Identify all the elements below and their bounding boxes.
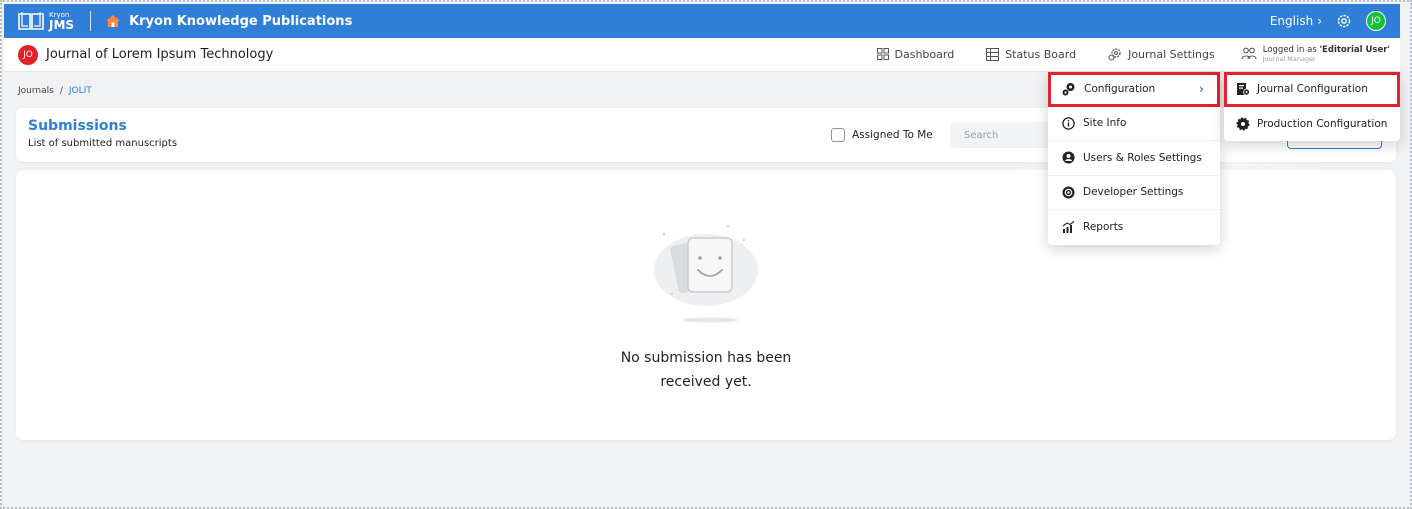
menu-item-users-roles[interactable]: Users & Roles Settings (1048, 141, 1220, 176)
chevron-right-icon: › (1317, 14, 1322, 28)
user-name: 'Editorial User' (1319, 44, 1390, 55)
topbar-divider (90, 11, 92, 31)
organization-name[interactable]: Kryon Knowledge Publications (129, 14, 352, 29)
assigned-to-me-checkbox[interactable] (831, 128, 845, 142)
home-icon (106, 15, 121, 27)
dashboard-grid-icon (876, 48, 889, 61)
empty-state-line-1: No submission has been (620, 350, 792, 366)
app-logo[interactable]: Kryon JMS (17, 10, 74, 32)
journal-settings-dropdown: Configuration › Site Info Users & Roles … (1048, 72, 1220, 245)
menu-item-developer-settings[interactable]: Developer Settings (1048, 176, 1220, 210)
menu-item-production-configuration[interactable]: Production Configuration (1224, 107, 1400, 142)
menu-item-site-info-label: Site Info (1083, 117, 1127, 130)
nav-journal-settings[interactable]: Journal Settings (1108, 47, 1215, 62)
settings-gears-icon (1108, 48, 1121, 62)
journal-header: JO Journal of Lorem Ipsum Technology Das… (4, 38, 1400, 72)
menu-item-reports-label: Reports (1083, 221, 1124, 234)
breadcrumb: Journals / JOLIT (18, 86, 92, 96)
menu-item-configuration[interactable]: Configuration › (1048, 72, 1220, 107)
menu-item-developer-settings-label: Developer Settings (1083, 186, 1184, 199)
user-avatar[interactable]: JO (1366, 11, 1386, 31)
configuration-submenu: Journal Configuration Production Configu… (1224, 72, 1400, 141)
nav-dashboard-label: Dashboard (894, 47, 955, 61)
chevron-right-icon: › (1199, 81, 1204, 96)
journal-badge: JO (18, 44, 38, 65)
page-title: Submissions (28, 118, 127, 134)
nav-status-board-label: Status Board (1005, 47, 1077, 61)
menu-item-reports[interactable]: Reports (1048, 210, 1220, 245)
breadcrumb-journals[interactable]: Journals (18, 86, 54, 96)
menu-item-journal-configuration-label: Journal Configuration (1257, 83, 1368, 96)
header-nav: Dashboard Status Board Journal Settings (845, 44, 1401, 63)
page-subtitle: List of submitted manuscripts (28, 138, 178, 149)
logged-in-user[interactable]: Logged in as 'Editorial User' Journal Ma… (1241, 44, 1390, 63)
nav-dashboard[interactable]: Dashboard (876, 47, 955, 61)
assigned-to-me-label: Assigned To Me (852, 129, 933, 141)
reports-icon (1062, 220, 1075, 233)
info-icon (1062, 117, 1075, 130)
user-settings-icon (1062, 151, 1075, 164)
users-icon (1241, 48, 1257, 60)
book-logo-icon (18, 12, 44, 30)
menu-item-journal-configuration[interactable]: Journal Configuration (1224, 72, 1400, 107)
menu-item-configuration-label: Configuration (1084, 82, 1156, 95)
logged-in-prefix: Logged in as (1262, 44, 1320, 55)
production-gear-icon (1236, 117, 1250, 131)
developer-gear-icon (1062, 186, 1075, 199)
journal-config-icon (1237, 83, 1250, 96)
empty-state-line-2: received yet. (660, 374, 752, 390)
empty-state-illustration (654, 225, 758, 323)
logo-big-text: JMS (49, 17, 75, 32)
empty-state-message: No submission has been received yet. (16, 346, 1396, 394)
status-board-icon (986, 47, 1000, 61)
gear-icon[interactable] (1336, 13, 1352, 29)
menu-item-production-configuration-label: Production Configuration (1257, 117, 1388, 130)
nav-status-board[interactable]: Status Board (986, 47, 1077, 61)
journal-title[interactable]: Journal of Lorem Ipsum Technology (46, 47, 273, 62)
menu-item-users-roles-label: Users & Roles Settings (1083, 151, 1202, 164)
nav-journal-settings-label: Journal Settings (1128, 47, 1215, 61)
assigned-to-me-filter[interactable]: Assigned To Me (831, 128, 933, 142)
language-selector[interactable]: English › (1270, 14, 1322, 28)
top-bar: Kryon JMS Kryon Knowledge Publications E… (4, 4, 1400, 38)
menu-item-site-info[interactable]: Site Info (1048, 107, 1220, 141)
language-label: English (1269, 14, 1314, 28)
breadcrumb-separator: / (59, 86, 63, 96)
breadcrumb-current[interactable]: JOLIT (69, 86, 92, 96)
gears-icon (1062, 82, 1075, 96)
user-role: Journal Manager (1262, 54, 1316, 63)
